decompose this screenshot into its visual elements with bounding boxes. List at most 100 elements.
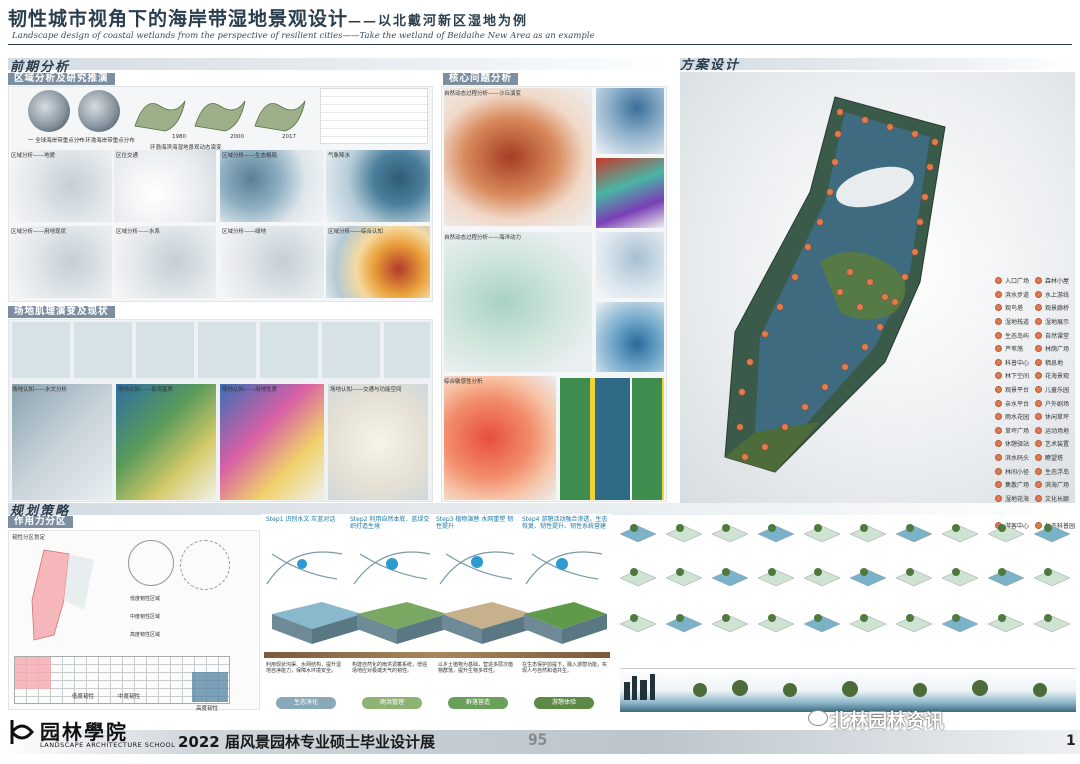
legend-label: 亲水平台 bbox=[1005, 400, 1030, 408]
plan-marker bbox=[901, 273, 909, 281]
stage-label-4: 游憩体验 bbox=[534, 697, 594, 709]
axon-block bbox=[1033, 525, 1071, 543]
legend-label: 湿地栈道 bbox=[1005, 319, 1030, 327]
tree-icon bbox=[814, 568, 822, 576]
plan-marker bbox=[876, 323, 884, 331]
tree-icon bbox=[860, 524, 868, 532]
legend-label: 栖息地 bbox=[1045, 359, 1064, 367]
map-title-4: 气象降水 bbox=[328, 153, 351, 159]
poster-subtitle-en: Landscape design of coastal wetlands fro… bbox=[12, 31, 595, 41]
plan-marker bbox=[816, 218, 824, 226]
marker-icon bbox=[995, 372, 1002, 380]
plan-marker bbox=[821, 383, 829, 391]
globe-caption-2: 一 环渤海岸带重点分布 bbox=[78, 138, 135, 144]
plan-marker bbox=[846, 268, 854, 276]
legend-label: 文化长廊 bbox=[1045, 495, 1070, 503]
axon-block bbox=[849, 525, 887, 543]
plan-marker bbox=[911, 248, 919, 256]
axon-block bbox=[895, 525, 933, 543]
legend-right-item: 花海景观 bbox=[1035, 369, 1079, 383]
legend-left-item: 芦苇荡 bbox=[995, 342, 1037, 356]
texture-timeline bbox=[12, 322, 430, 378]
plan-marker bbox=[738, 388, 746, 396]
legend-right-item: 儿童乐园 bbox=[1035, 383, 1079, 397]
legend-right: 森林小屋 水上游线 观景廊桥 湿地展示 自然课堂 林荫广场 栖息地 花海景观 儿童乐园 户外剧场休… bbox=[1035, 274, 1079, 532]
plan-marker bbox=[856, 303, 864, 311]
legend-right-item: 湿地展示 bbox=[1035, 315, 1079, 329]
tree-icon bbox=[768, 614, 776, 622]
plan-marker bbox=[861, 116, 869, 124]
legend-right-item: 生态浮岛 bbox=[1035, 464, 1079, 478]
axon-block bbox=[895, 615, 933, 633]
axon-block bbox=[803, 525, 841, 543]
tree-icon bbox=[1044, 524, 1052, 532]
legend-left-item: 林下空间 bbox=[995, 369, 1037, 383]
tree-icon bbox=[768, 524, 776, 532]
plan-marker bbox=[861, 343, 869, 351]
axon-diagrams bbox=[619, 524, 1071, 633]
marker-icon bbox=[1035, 345, 1042, 353]
legend-label: 水上游线 bbox=[1045, 291, 1070, 299]
year-label-1: 1980 bbox=[172, 134, 186, 140]
axon-block bbox=[987, 525, 1025, 543]
sensitivity-map bbox=[444, 376, 556, 500]
exhibition-title: 2022 届风景园林专业硕士毕业设计展 bbox=[178, 733, 435, 751]
marker-icon bbox=[995, 399, 1002, 407]
marker-icon bbox=[995, 481, 1002, 489]
legend-label: 滨水步道 bbox=[1005, 291, 1030, 299]
plan-marker bbox=[804, 243, 812, 251]
marker-icon bbox=[1035, 318, 1042, 326]
tree-icon bbox=[998, 524, 1006, 532]
legend-left-item: 集散广场 bbox=[995, 478, 1037, 492]
region-map-6 bbox=[114, 226, 216, 298]
marker-icon bbox=[995, 358, 1002, 366]
legend-left-item: 林间小径 bbox=[995, 464, 1037, 478]
plan-marker bbox=[781, 423, 789, 431]
legend-label: 科普中心 bbox=[1005, 359, 1030, 367]
landuse-map bbox=[220, 384, 324, 500]
plan-marker bbox=[746, 358, 754, 366]
axon-block bbox=[757, 615, 795, 633]
tree-icon bbox=[722, 568, 730, 576]
marker-icon bbox=[1035, 331, 1042, 339]
map-title-1: 区域分析——地貌 bbox=[11, 153, 56, 159]
section-title-scheme: 方案设计 bbox=[680, 58, 741, 73]
globe-image-2 bbox=[78, 90, 120, 132]
legend-label: 生态岛屿 bbox=[1005, 332, 1030, 340]
legend-label: 滨水码头 bbox=[1005, 455, 1030, 463]
axon-block bbox=[619, 569, 657, 587]
legend-label: 运动场地 bbox=[1045, 427, 1070, 435]
year-label-3: 2017 bbox=[282, 134, 296, 140]
legend-label: 湿地花海 bbox=[1005, 495, 1030, 503]
tree-icon bbox=[630, 524, 638, 532]
legend-right-item: 休闲草坪 bbox=[1035, 410, 1079, 424]
core-side-map-4 bbox=[596, 302, 664, 372]
legend-high: 高度韧性 bbox=[196, 706, 219, 712]
marker-icon bbox=[1035, 290, 1042, 298]
tree-icon bbox=[906, 524, 914, 532]
marker-icon bbox=[995, 304, 1002, 312]
map-title-3: 区域分析——生态格局 bbox=[222, 153, 278, 159]
tree-icon bbox=[676, 568, 684, 576]
axon-block bbox=[1033, 615, 1071, 633]
legend-label: 瞭望塔 bbox=[1045, 455, 1064, 463]
tree-icon bbox=[998, 568, 1006, 576]
region-map-3 bbox=[220, 150, 324, 222]
edge-number: 1 bbox=[1066, 733, 1076, 749]
globe-caption-1: 一 全球海岸带重点分布 bbox=[28, 138, 85, 144]
page-number: 95 bbox=[528, 730, 548, 749]
axon-block bbox=[665, 525, 703, 543]
texture-caption-4: 场地认知——交通与功能空间 bbox=[330, 387, 402, 393]
marker-icon bbox=[1035, 358, 1042, 366]
stage-label-3: 群落营造 bbox=[448, 697, 508, 709]
tree-icon bbox=[676, 614, 684, 622]
legend-right-item: 观景廊桥 bbox=[1035, 301, 1079, 315]
legend-label: 儿童乐园 bbox=[1045, 387, 1070, 395]
legend-label: 观鸟塔 bbox=[1005, 305, 1024, 313]
core-side-map-2 bbox=[596, 158, 664, 228]
legend-label: 观景廊桥 bbox=[1045, 305, 1070, 313]
marker-icon bbox=[1035, 386, 1042, 394]
marker-icon bbox=[995, 290, 1002, 298]
map-title-2: 区位交通 bbox=[116, 153, 139, 159]
legend-left-item: 入口广场 bbox=[995, 274, 1037, 288]
